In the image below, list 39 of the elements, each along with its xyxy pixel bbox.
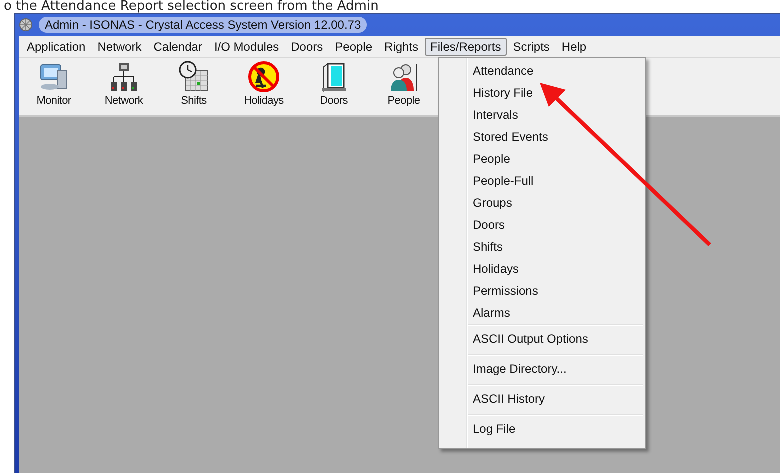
menu-option[interactable]: Attendance (439, 60, 643, 82)
globe-icon (19, 18, 33, 32)
clock-calendar-icon (178, 61, 210, 93)
menu-item[interactable]: Network (92, 38, 148, 56)
people-icon (388, 61, 420, 93)
menu-option[interactable]: Stored Events (439, 126, 643, 148)
menu-option[interactable]: Holidays (439, 258, 643, 280)
menu-item[interactable]: Rights (378, 38, 425, 56)
menu-option[interactable]: People (439, 148, 643, 170)
menu-item[interactable]: Scripts (507, 38, 556, 56)
menu-option[interactable]: ASCII Output Options (468, 328, 643, 350)
menu-item[interactable]: Help (556, 38, 593, 56)
menu-option[interactable]: Doors (439, 214, 643, 236)
menu-item[interactable]: Files/Reports (424, 38, 508, 56)
menu-option[interactable]: People-Full (439, 170, 643, 192)
menu-item[interactable]: I/O Modules (208, 38, 286, 56)
menu-item[interactable]: Doors (285, 38, 330, 56)
menu-option[interactable]: Permissions (439, 280, 643, 302)
menu-option[interactable]: Groups (439, 192, 643, 214)
caption-text: o the Attendance Report selection screen from the Admin (3, 0, 380, 13)
menu-item[interactable]: Calendar (148, 38, 208, 56)
menu-option[interactable]: ASCII History (468, 388, 643, 410)
menu-item[interactable]: People (329, 38, 379, 56)
toolbar-button[interactable]: Holidays (229, 58, 299, 115)
menu-option[interactable]: Intervals (439, 104, 643, 126)
toolbar-button[interactable]: People (369, 58, 439, 115)
toolbar-button[interactable]: Shifts (159, 58, 229, 115)
toolbar-button[interactable]: Monitor (19, 58, 89, 115)
toolbar-button[interactable]: Doors (299, 58, 369, 115)
menu-option[interactable]: Shifts (439, 236, 643, 258)
no-work-icon (248, 61, 280, 93)
menu-option[interactable]: Image Directory... (468, 358, 643, 380)
menu-option[interactable]: Log File (468, 418, 643, 440)
menu-item[interactable]: Application (21, 38, 92, 56)
toolbar-button[interactable]: Network (89, 58, 159, 115)
network-icon (108, 61, 140, 93)
menu-option[interactable]: History File (439, 82, 643, 104)
menu-option[interactable]: Alarms (439, 302, 643, 324)
window-title: Admin - ISONAS - Crystal Access System Version 12.00.73 (39, 17, 368, 33)
